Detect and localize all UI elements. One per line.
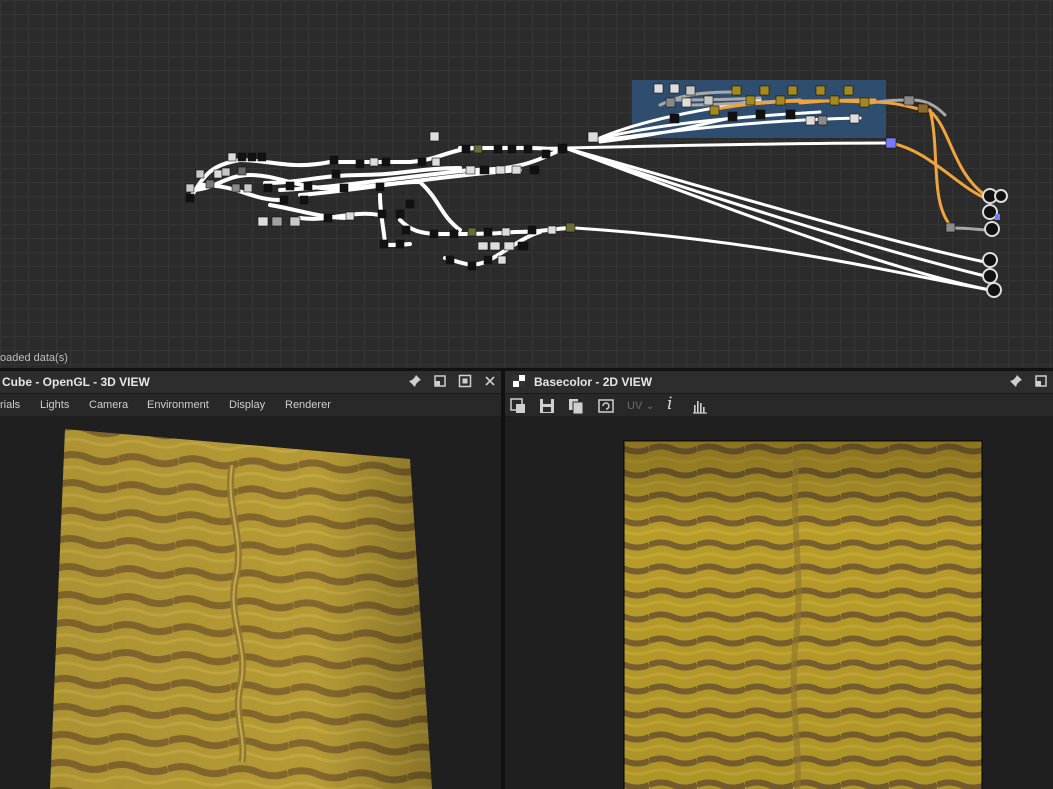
view-2d-title: Basecolor - 2D VIEW xyxy=(534,375,653,389)
menu-camera[interactable]: Camera xyxy=(89,399,128,411)
menu-environment[interactable]: Environment xyxy=(147,399,209,411)
maximize-icon[interactable] xyxy=(457,374,473,390)
view-3d-viewport[interactable] xyxy=(0,417,501,789)
node-graph[interactable]: oaded data(s) xyxy=(0,0,1053,368)
view-2d-viewport[interactable] xyxy=(505,417,1053,789)
pin-icon[interactable] xyxy=(1008,374,1024,390)
view-2d-header: Basecolor - 2D VIEW xyxy=(505,371,1053,394)
export-icon[interactable] xyxy=(509,397,527,415)
view-2d-toolbar: UV ⌄ i xyxy=(505,394,1053,417)
copy-icon[interactable] xyxy=(567,397,585,415)
float-icon[interactable] xyxy=(432,374,448,390)
view-3d-menubar: rials Lights Camera Environment Display … xyxy=(0,394,501,417)
view-3d-panel: Cube - OpenGL - 3D VIEW rials Lights Cam… xyxy=(0,371,501,789)
uv-dropdown[interactable]: UV ⌄ xyxy=(627,399,655,412)
float-icon[interactable] xyxy=(1033,374,1049,390)
graph-canvas[interactable] xyxy=(0,0,1053,368)
refresh-icon[interactable] xyxy=(597,397,615,415)
pin-icon[interactable] xyxy=(407,374,423,390)
basecolor-texture xyxy=(623,440,983,789)
view-3d-header: Cube - OpenGL - 3D VIEW xyxy=(0,371,501,394)
view-3d-title: Cube - OpenGL - 3D VIEW xyxy=(2,375,150,389)
menu-renderer[interactable]: Renderer xyxy=(285,399,331,411)
checker-icon xyxy=(511,374,527,390)
menu-materials[interactable]: rials xyxy=(0,399,20,411)
histogram-icon[interactable] xyxy=(691,397,709,415)
info-icon[interactable]: i xyxy=(667,394,672,414)
menu-display[interactable]: Display xyxy=(229,399,265,411)
close-icon[interactable] xyxy=(482,374,498,390)
textured-mesh xyxy=(50,429,432,789)
view-2d-panel: Basecolor - 2D VIEW UV ⌄ i xyxy=(505,371,1053,789)
uv-label: UV xyxy=(627,400,643,412)
menu-lights[interactable]: Lights xyxy=(40,399,69,411)
save-icon[interactable] xyxy=(538,397,556,415)
status-text: oaded data(s) xyxy=(0,352,68,364)
